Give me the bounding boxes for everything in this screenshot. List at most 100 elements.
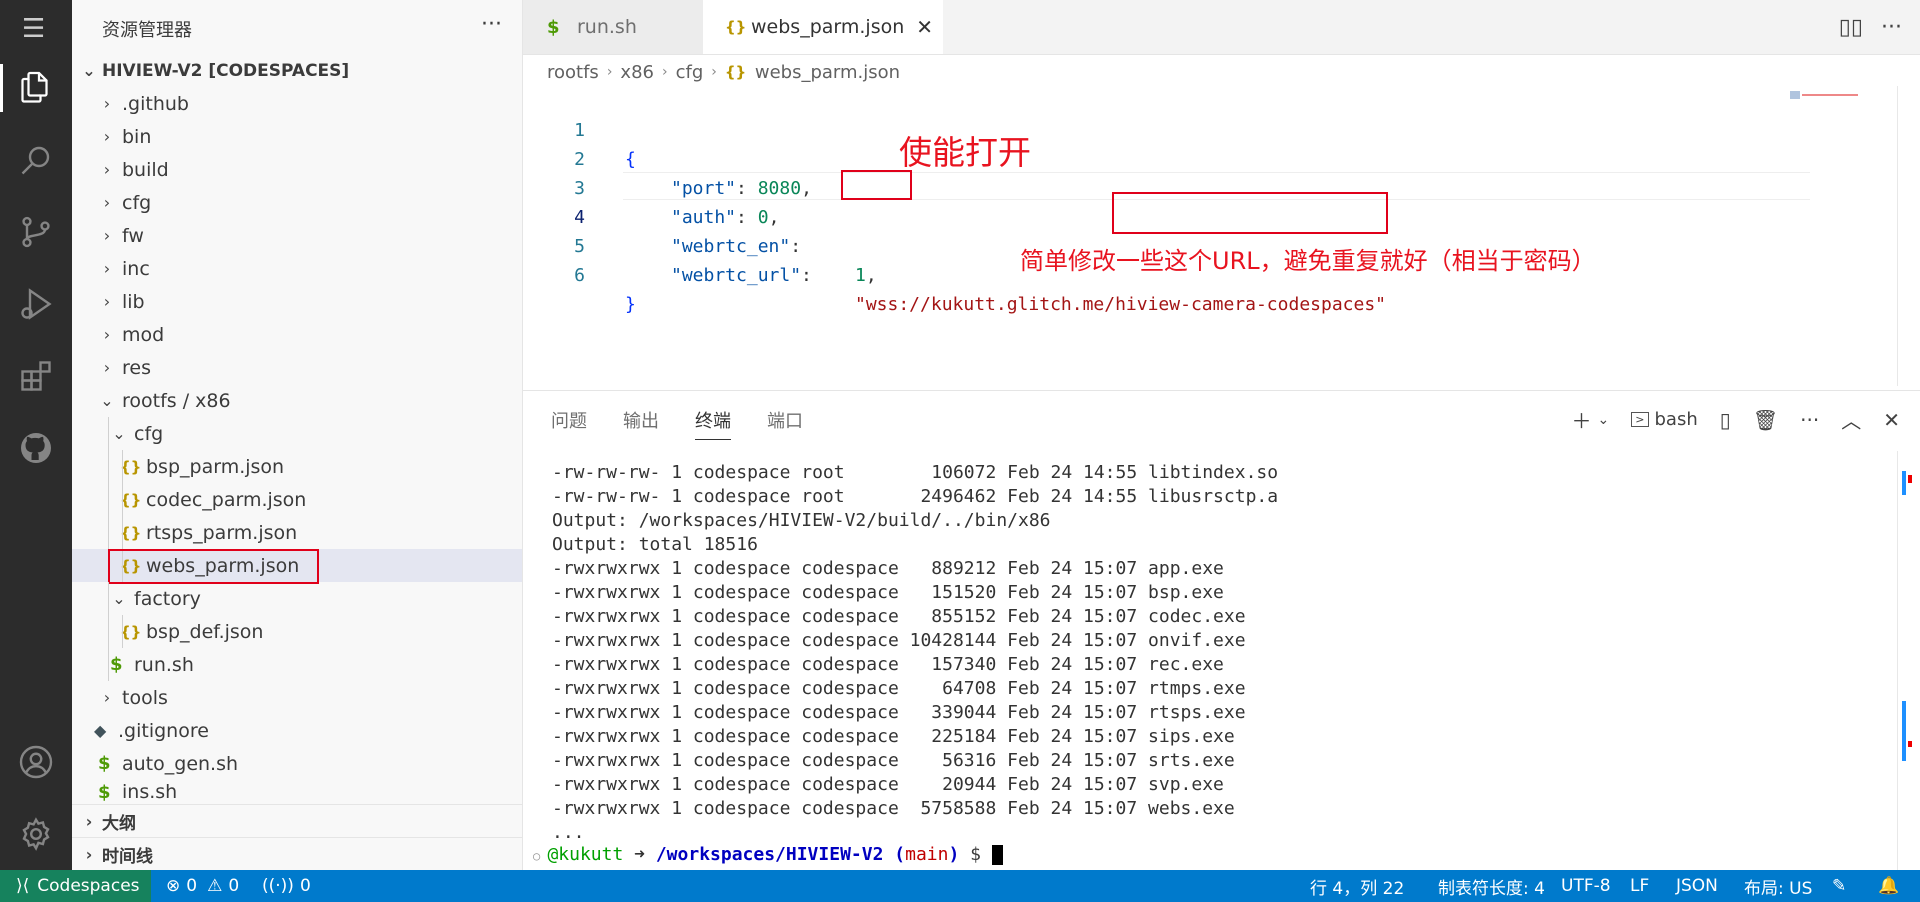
close-panel-icon[interactable]: ✕ xyxy=(1883,408,1900,432)
panel-tabs: 问题 输出 终端 端口 xyxy=(551,407,839,440)
editor-scrollbar[interactable] xyxy=(1897,86,1920,386)
code-line[interactable]: 2 "port": 8080, xyxy=(523,116,1920,199)
error-icon: ⊗ xyxy=(166,876,181,896)
terminal-line: Output: total 18516 xyxy=(552,534,758,555)
indentation-status[interactable]: 制表符长度: 4 xyxy=(1438,870,1545,902)
tab-run-sh[interactable]: $ run.sh xyxy=(523,0,704,54)
annotation-box-webrtc-url xyxy=(1112,192,1388,234)
annotation-url-note: 简单修改一些这个URL，避免重复就好（相当于密码） xyxy=(1020,247,1596,275)
tree-item-bsp-def-json[interactable]: {} bsp_def.json xyxy=(72,615,522,648)
tree-item-build[interactable]: › build xyxy=(72,153,522,186)
tree-item-rtsps-parm-json[interactable]: {} rtsps_parm.json xyxy=(72,516,522,549)
tree-item-label: factory xyxy=(134,587,201,610)
code-line[interactable]: 3 "auth": 0, xyxy=(523,145,1920,228)
trash-icon[interactable]: 🗑 xyxy=(1753,408,1778,432)
broadcast-icon: ((·)) xyxy=(262,876,294,896)
workspace-root-folder[interactable]: ⌄ HIVIEW-V2 [CODESPACES] xyxy=(72,54,522,87)
maximize-panel-icon[interactable]: ︿ xyxy=(1841,405,1861,434)
tab-webs-parm-json[interactable]: {} webs_parm.json ✕ xyxy=(703,0,943,54)
tree-item-factory[interactable]: ⌄ factory xyxy=(72,582,522,615)
breadcrumb-item[interactable]: cfg xyxy=(676,62,704,83)
split-terminal-icon[interactable]: ▯ xyxy=(1720,408,1731,432)
run-debug-icon[interactable] xyxy=(0,268,72,340)
notifications-bell-icon[interactable]: 🔔 xyxy=(1878,870,1899,902)
terminal-line: -rwxrwxrwx 1 codespace codespace 1042814… xyxy=(552,630,1246,651)
indent-guide xyxy=(108,582,109,615)
eol-status[interactable]: LF xyxy=(1630,870,1649,902)
ports-status[interactable]: ((·)) 0 xyxy=(262,870,311,902)
tree-item-gitignore[interactable]: ◆ .gitignore xyxy=(72,714,522,747)
tree-item-github[interactable]: › .github xyxy=(72,87,522,120)
github-icon[interactable] xyxy=(0,412,72,484)
tree-item-bin[interactable]: › bin xyxy=(72,120,522,153)
menu-hamburger-icon[interactable]: ☰ xyxy=(22,14,45,44)
tab-ports[interactable]: 端口 xyxy=(767,407,803,440)
status-bar: ⟩⟨ Codespaces ⊗ 0 ⚠ 0 ((·)) 0 行 4，列 22 制表符长… xyxy=(0,870,1920,902)
remote-indicator[interactable]: ⟩⟨ Codespaces xyxy=(0,870,151,902)
terminal-line: -rwxrwxrwx 1 codespace codespace 339044 … xyxy=(552,702,1246,723)
encoding-status[interactable]: UTF-8 xyxy=(1561,870,1611,902)
tree-item-cfg-open[interactable]: ⌄ cfg xyxy=(72,417,522,450)
terminal-shell-selector[interactable]: > bash xyxy=(1631,409,1698,430)
json-key: "webrtc_url" xyxy=(671,265,802,286)
tree-item-cfg[interactable]: › cfg xyxy=(72,186,522,219)
tree-item-inc[interactable]: › inc xyxy=(72,252,522,285)
problems-status[interactable]: ⊗ 0 ⚠ 0 xyxy=(166,870,239,902)
code-line[interactable]: 1 { xyxy=(523,87,1920,170)
more-actions-icon[interactable]: ··· xyxy=(1800,408,1819,432)
terminal-scrollbar[interactable] xyxy=(1897,451,1920,871)
tree-item-tools[interactable]: › tools xyxy=(72,681,522,714)
line-number: 6 xyxy=(574,265,585,286)
minimap[interactable] xyxy=(1790,86,1870,99)
breadcrumb-item[interactable]: rootfs xyxy=(547,62,599,83)
annotation-box-webrtc-en xyxy=(841,170,912,200)
tree-item-lib[interactable]: › lib xyxy=(72,285,522,318)
settings-gear-icon[interactable] xyxy=(0,798,72,870)
tree-item-fw[interactable]: › fw xyxy=(72,219,522,252)
tree-item-res[interactable]: › res xyxy=(72,351,522,384)
close-icon[interactable]: ✕ xyxy=(916,15,933,39)
tree-item-bsp-parm-json[interactable]: {} bsp_parm.json xyxy=(72,450,522,483)
indent-guide xyxy=(122,483,123,516)
account-icon[interactable] xyxy=(0,726,72,798)
tree-item-label: tools xyxy=(122,686,168,709)
tree-item-label: .github xyxy=(122,92,189,115)
language-mode[interactable]: JSON xyxy=(1676,870,1718,902)
terminal-line: -rw-rw-rw- 1 codespace root 106072 Feb 2… xyxy=(552,462,1279,483)
editor-tabs: $ run.sh {} webs_parm.json ✕ ▯▯ ··· xyxy=(523,0,1920,55)
tree-item-mod[interactable]: › mod xyxy=(72,318,522,351)
tree-item-rootfs-x86[interactable]: ⌄ rootfs / x86 xyxy=(72,384,522,417)
terminal-prompt[interactable]: ○ @kukutt ➜ /workspaces/HIVIEW-V2 (main)… xyxy=(533,843,1003,868)
feedback-icon[interactable]: ✎ xyxy=(1832,870,1846,902)
keyboard-layout[interactable]: 布局: US xyxy=(1744,870,1812,902)
tree-item-label: lib xyxy=(122,290,145,313)
chevron-down-icon[interactable]: ⌄ xyxy=(1598,412,1610,428)
terminal-line: -rwxrwxrwx 1 codespace codespace 5758588… xyxy=(552,798,1235,819)
new-terminal-plus-icon[interactable]: ＋ xyxy=(1572,405,1592,434)
tab-problems[interactable]: 问题 xyxy=(551,407,587,440)
source-control-icon[interactable] xyxy=(0,196,72,268)
tree-item-codec-parm-json[interactable]: {} codec_parm.json xyxy=(72,483,522,516)
tree-item-run-sh[interactable]: $ run.sh xyxy=(72,648,522,681)
more-actions-icon[interactable]: ··· xyxy=(481,12,502,37)
tree-item-ins-sh[interactable]: $ ins.sh xyxy=(72,780,522,804)
search-icon[interactable] xyxy=(0,124,72,196)
cursor-position[interactable]: 行 4，列 22 xyxy=(1310,870,1404,902)
tree-item-label: auto_gen.sh xyxy=(122,752,239,775)
split-editor-icon[interactable]: ▯▯ xyxy=(1839,15,1863,40)
more-actions-icon[interactable]: ··· xyxy=(1881,15,1902,40)
workspace-root-label: HIVIEW-V2 [CODESPACES] xyxy=(102,60,350,81)
tab-terminal[interactable]: 终端 xyxy=(695,407,731,440)
activity-bar: ☰ xyxy=(0,0,72,870)
indent-guide xyxy=(108,648,109,681)
extensions-icon[interactable] xyxy=(0,340,72,412)
tree-item-label: cfg xyxy=(122,191,152,214)
breadcrumb-item[interactable]: x86 xyxy=(620,62,654,83)
tab-output[interactable]: 输出 xyxy=(623,407,659,440)
timeline-section[interactable]: › 时间线 xyxy=(72,837,522,871)
tree-item-auto-gen-sh[interactable]: $ auto_gen.sh xyxy=(72,747,522,780)
breadcrumb-item[interactable]: webs_parm.json xyxy=(755,62,900,83)
explorer-files-icon[interactable] xyxy=(0,52,72,124)
outline-section[interactable]: › 大纲 xyxy=(72,804,522,838)
tree-item-label: codec_parm.json xyxy=(146,488,307,511)
